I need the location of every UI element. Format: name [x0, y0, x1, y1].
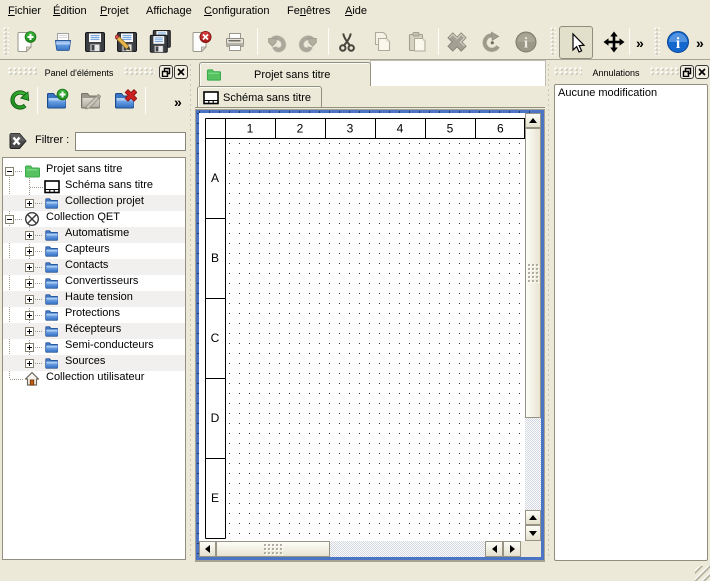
svg-text:E: E	[211, 491, 219, 505]
svg-text:1: 1	[247, 122, 254, 136]
svg-text:2: 2	[297, 122, 304, 136]
svg-text:6: 6	[497, 122, 504, 136]
svg-text:3: 3	[347, 122, 354, 136]
svg-text:D: D	[211, 411, 220, 425]
svg-text:A: A	[211, 171, 219, 185]
svg-text:5: 5	[447, 122, 454, 136]
svg-text:4: 4	[397, 122, 404, 136]
svg-text:C: C	[211, 331, 220, 345]
svg-text:B: B	[211, 251, 219, 265]
